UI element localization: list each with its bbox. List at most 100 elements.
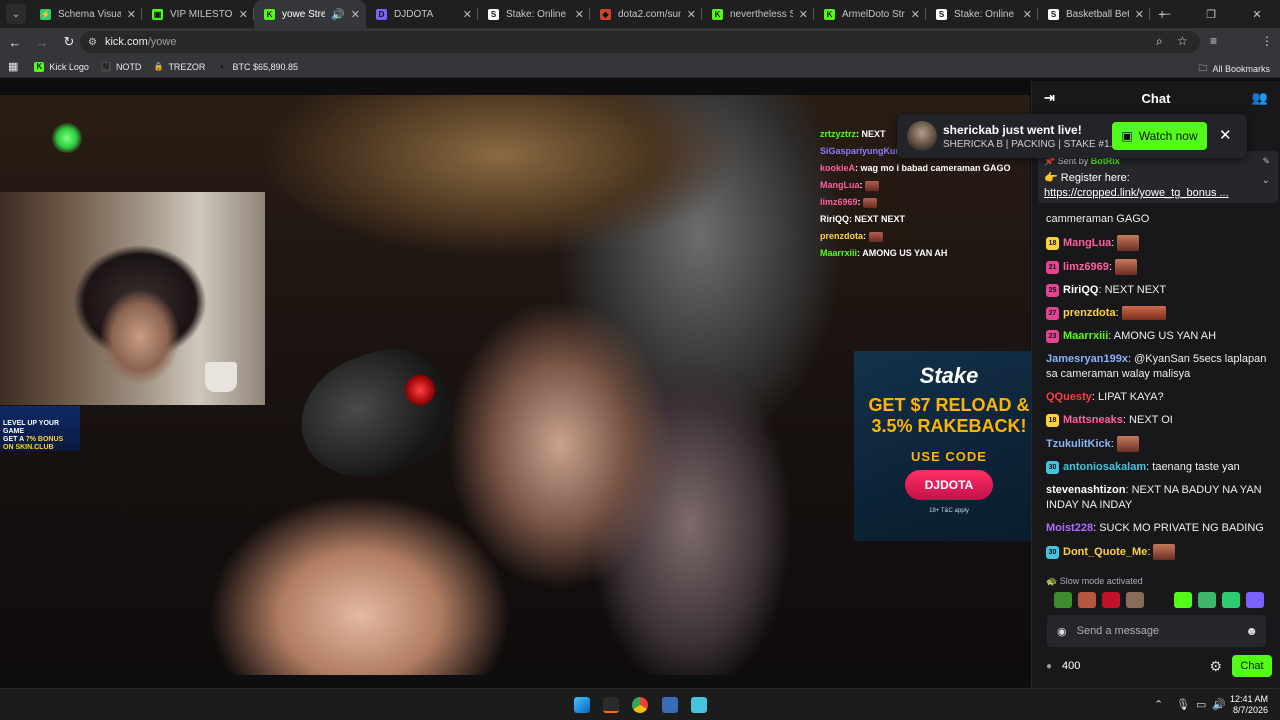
chat-username[interactable]: RiriQQ bbox=[1063, 284, 1098, 296]
pinned-message[interactable]: 📌 Sent by BotRix 👉 Register here: https:… bbox=[1038, 151, 1278, 203]
tab-favicon-icon: ▣ bbox=[152, 8, 163, 20]
site-info-icon[interactable]: ⚙ bbox=[88, 37, 97, 48]
close-tab-icon[interactable]: ✕ bbox=[799, 8, 808, 21]
close-tab-icon[interactable]: ✕ bbox=[351, 8, 360, 21]
chat-username[interactable]: stevenashtizon bbox=[1046, 484, 1125, 496]
tab-4[interactable]: S Stake: Online Cas ✕ bbox=[478, 0, 590, 28]
all-bookmarks-button[interactable]: 🗀 All Bookmarks bbox=[1198, 61, 1270, 77]
pinned-link[interactable]: https://cropped.link/yowe_tg_bonus ... bbox=[1044, 187, 1272, 199]
browser-menu-icon[interactable]: ⋮ bbox=[1261, 34, 1273, 48]
chat-username[interactable]: antoniosakalam bbox=[1063, 461, 1146, 473]
close-tab-icon[interactable]: ✕ bbox=[1023, 8, 1032, 21]
notepad-taskbar-icon[interactable] bbox=[691, 697, 707, 713]
start-button[interactable] bbox=[574, 697, 590, 713]
tab-9[interactable]: SBasketball Betting✕ bbox=[1038, 0, 1150, 28]
chat-text: SUCK MO PRIVATE NG BADING bbox=[1099, 522, 1264, 534]
volume-icon[interactable]: 🔊 bbox=[1212, 698, 1226, 711]
tab-8[interactable]: S Stake: Online Cas ✕ bbox=[926, 0, 1038, 28]
apps-grid-icon[interactable]: ▦ bbox=[8, 60, 18, 73]
tab-6[interactable]: Knevertheless Stre ✕ bbox=[702, 0, 814, 28]
bookmark-star-icon[interactable]: ☆ bbox=[1177, 34, 1188, 48]
tray-chevron-icon[interactable]: ⌃ bbox=[1154, 698, 1163, 711]
chat-users-icon[interactable]: 👥 bbox=[1252, 90, 1268, 106]
stake-ad[interactable]: Stake GET $7 RELOAD & 3.5% RAKEBACK! USE… bbox=[854, 351, 1044, 541]
emote-blank[interactable] bbox=[1150, 592, 1168, 608]
chat-settings-icon[interactable]: ◉ bbox=[1057, 625, 1067, 638]
chat-username[interactable]: Dont_Quote_Me bbox=[1063, 546, 1147, 558]
emote-pepe[interactable] bbox=[1054, 592, 1072, 608]
tab-7[interactable]: K ArmelDoto Stream ✕ bbox=[814, 0, 926, 28]
tab-5[interactable]: ◆ dota2.com/summ ✕ bbox=[590, 0, 702, 28]
close-window-button[interactable]: ✕ bbox=[1234, 8, 1280, 21]
overlay-chat-row: Maarrxiii: AMONG US YAN AH bbox=[820, 245, 1011, 262]
network-icon[interactable]: ▭ bbox=[1196, 698, 1206, 711]
microphone-icon[interactable]: 🎙 bbox=[1176, 698, 1190, 711]
channel-points[interactable]: 400 bbox=[1062, 660, 1080, 672]
emote-person[interactable] bbox=[1126, 592, 1144, 608]
chat-username[interactable]: Maarrxiii bbox=[1063, 330, 1108, 342]
close-tab-icon[interactable]: ✕ bbox=[127, 8, 136, 21]
chat-message: QQuesty: LIPAT KAYA? bbox=[1046, 391, 1164, 403]
tab-search-button[interactable]: ⌄ bbox=[6, 4, 26, 24]
chat-message: stevenashtizon: NEXT NA BADUY NA YAN IND… bbox=[1046, 484, 1262, 511]
chat-input[interactable]: ◉ Send a message ☻ bbox=[1047, 615, 1266, 647]
forward-button[interactable]: → bbox=[30, 35, 54, 50]
reload-button[interactable]: ↻ bbox=[57, 34, 81, 50]
gear-icon[interactable]: ⚙ bbox=[1209, 658, 1222, 675]
emote-frog[interactable] bbox=[1198, 592, 1216, 608]
bookmark-3[interactable]: ◐ BTC $65,890.85 bbox=[217, 62, 298, 72]
close-tab-icon[interactable]: ✕ bbox=[911, 8, 920, 21]
minimize-button[interactable]: — bbox=[1142, 8, 1188, 20]
skin-club-promo-banner[interactable]: LEVEL UP YOUR GAME GET A 7% BONUS ON SKI… bbox=[0, 406, 80, 451]
emote-clown[interactable] bbox=[1222, 592, 1240, 608]
chat-message: TzukulitKick: bbox=[1046, 436, 1272, 452]
chevron-down-icon[interactable]: ⌄ bbox=[1262, 175, 1270, 186]
restore-button[interactable]: ❐ bbox=[1188, 8, 1234, 21]
chrome-taskbar-icon[interactable] bbox=[632, 697, 648, 713]
tab-2[interactable]: Kyowe Stream 🔊 ✕ bbox=[254, 0, 366, 28]
subscriber-badge: 30 bbox=[1046, 460, 1059, 474]
chat-username[interactable]: Moist228 bbox=[1046, 522, 1093, 534]
send-chat-button[interactable]: Chat bbox=[1232, 655, 1272, 677]
bookmark-0[interactable]: K Kick Logo bbox=[34, 61, 89, 72]
calculator-taskbar-icon[interactable] bbox=[662, 697, 678, 713]
close-icon[interactable]: ✕ bbox=[1219, 126, 1232, 144]
chat-username[interactable]: QQuesty bbox=[1046, 391, 1092, 403]
collapse-chat-icon[interactable]: ⇥ bbox=[1044, 90, 1055, 106]
chat-username[interactable]: Mattsneaks bbox=[1063, 414, 1123, 426]
close-tab-icon[interactable]: ✕ bbox=[239, 8, 248, 21]
live-notification[interactable]: sherickab just went live! SHERICKA B | P… bbox=[897, 114, 1247, 158]
system-clock[interactable]: 12:41 AM 8/7/2026 bbox=[1230, 694, 1268, 716]
emote-purple[interactable] bbox=[1246, 592, 1264, 608]
tab-0[interactable]: ⚡ Schema Visualize ✕ bbox=[30, 0, 142, 28]
emote-red[interactable] bbox=[1102, 592, 1120, 608]
back-button[interactable]: ← bbox=[3, 35, 27, 50]
chat-username[interactable]: limz6969 bbox=[1063, 261, 1109, 273]
bookmark-icon: N bbox=[100, 61, 111, 72]
chat-username[interactable]: Jamesryan199x bbox=[1046, 353, 1128, 365]
address-bar[interactable]: ⚙ kick.com/yowe ⌕ ☆ bbox=[80, 31, 1200, 53]
emote-kick[interactable] bbox=[1174, 592, 1192, 608]
speaker-icon[interactable]: 🔊 bbox=[331, 8, 345, 21]
slow-mode-notice: 🐢 Slow mode activated bbox=[1046, 576, 1143, 586]
bookmark-2[interactable]: 🔒 TREZOR bbox=[153, 62, 205, 72]
close-tab-icon[interactable]: ✕ bbox=[687, 8, 696, 21]
chat-username[interactable]: TzukulitKick bbox=[1046, 438, 1111, 450]
media-controls-icon[interactable]: ≡ bbox=[1210, 34, 1217, 48]
bookmark-1[interactable]: N NOTD bbox=[100, 61, 141, 72]
chat-username[interactable]: MangLua bbox=[1063, 237, 1111, 249]
tab-3[interactable]: D DJDOTA ✕ bbox=[366, 0, 478, 28]
all-bookmarks-label: All Bookmarks bbox=[1212, 64, 1270, 74]
zoom-icon[interactable]: ⌕ bbox=[1156, 34, 1163, 49]
close-tab-icon[interactable]: ✕ bbox=[575, 8, 584, 21]
tab-1[interactable]: ▣ VIP MILESTONE - ✕ bbox=[142, 0, 254, 28]
close-tab-icon[interactable]: ✕ bbox=[463, 8, 472, 21]
chat-username[interactable]: prenzdota bbox=[1063, 307, 1116, 319]
watch-now-button[interactable]: ▣ Watch now bbox=[1112, 122, 1207, 150]
bookmark-label: Kick Logo bbox=[49, 61, 89, 72]
unpin-icon[interactable]: ✎ bbox=[1262, 156, 1270, 167]
taskbar-app-icon[interactable] bbox=[603, 697, 619, 713]
quick-emote-bar bbox=[1054, 592, 1264, 608]
emoji-icon[interactable]: ☻ bbox=[1245, 624, 1258, 638]
emote-face[interactable] bbox=[1078, 592, 1096, 608]
